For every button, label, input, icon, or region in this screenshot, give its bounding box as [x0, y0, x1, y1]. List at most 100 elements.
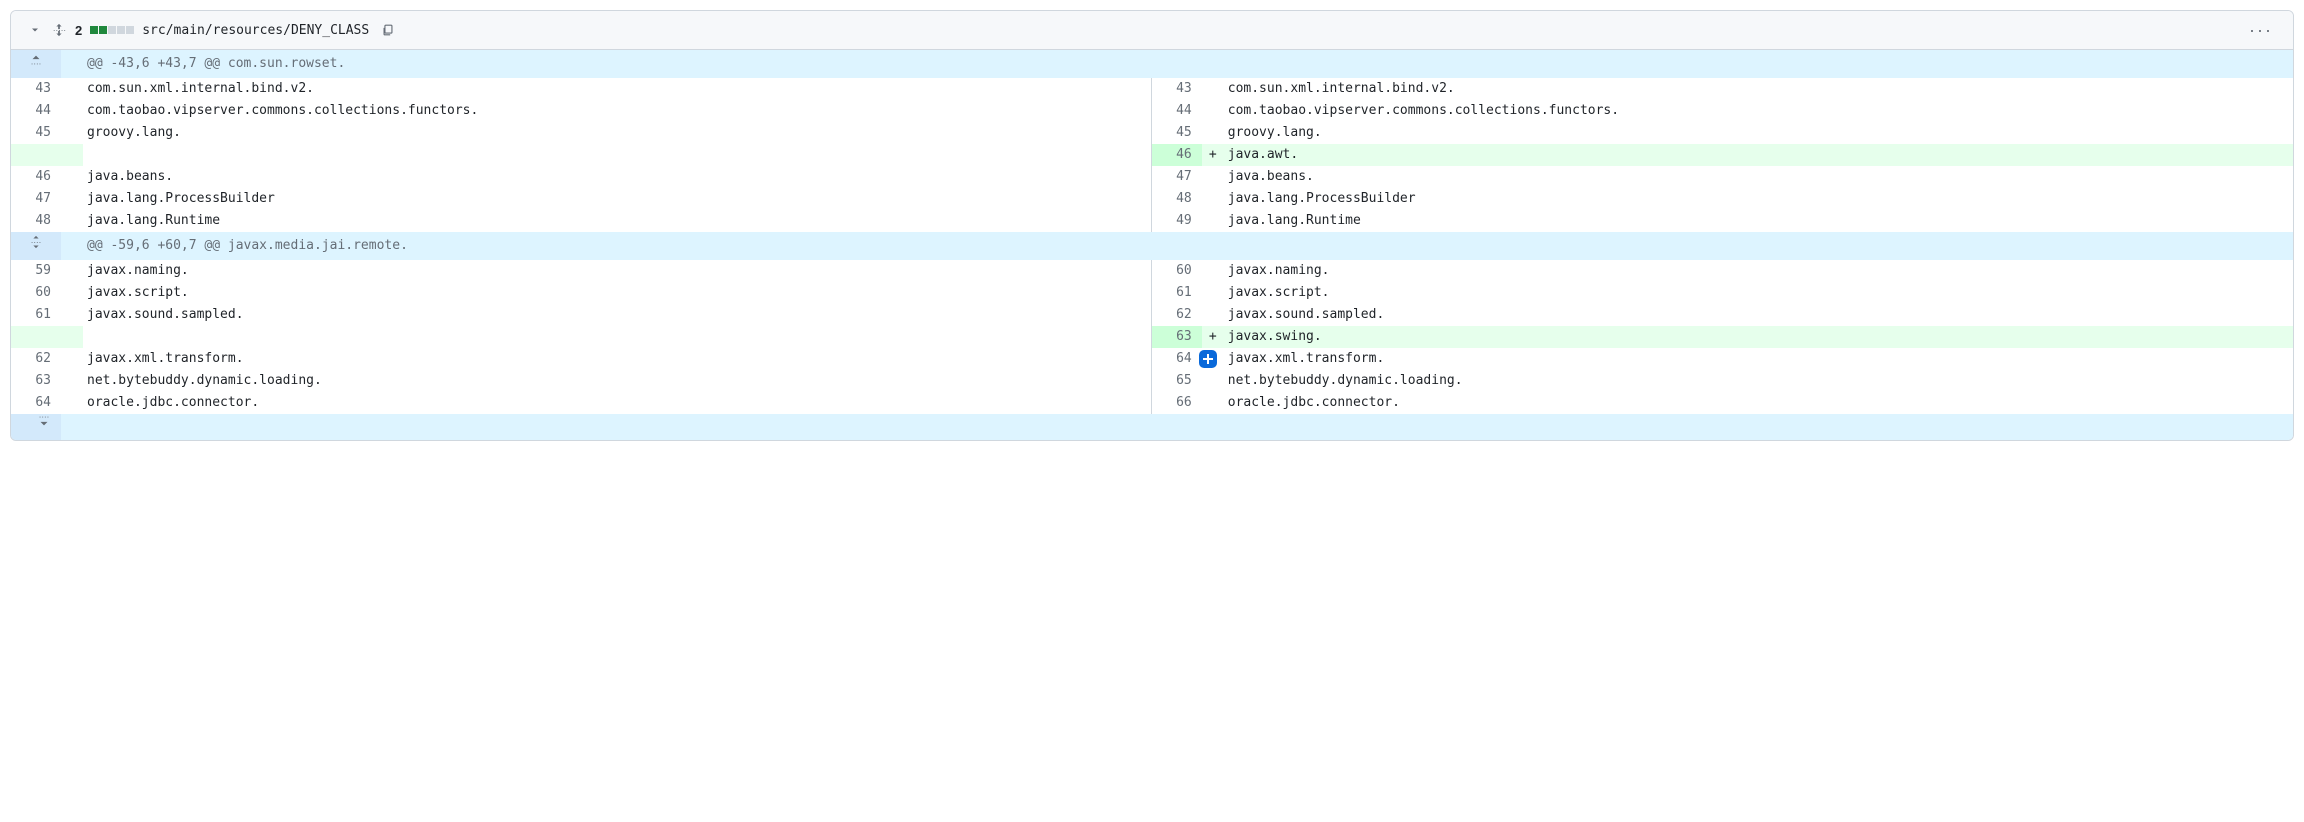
diffstat-block-neutral — [108, 26, 116, 34]
code-cell-left: javax.naming. — [83, 260, 1152, 282]
diffstat-block-neutral — [126, 26, 134, 34]
line-number-right[interactable]: 49 — [1152, 210, 1202, 232]
expand-hunk-button[interactable] — [11, 50, 61, 78]
code-cell-right: java.beans. — [1224, 166, 2293, 188]
line-number-left[interactable]: 44 — [11, 100, 61, 122]
code-cell-right: java.lang.ProcessBuilder — [1224, 188, 2293, 210]
copy-path-button[interactable] — [377, 19, 399, 41]
line-number-left[interactable]: 59 — [11, 260, 61, 282]
code-cell-left: java.lang.Runtime — [83, 210, 1152, 232]
unfold-icon — [52, 23, 66, 37]
line-number-right[interactable]: 66 — [1152, 392, 1202, 414]
line-number-right[interactable]: 65 — [1152, 370, 1202, 392]
add-comment-button[interactable] — [1199, 350, 1217, 368]
code-cell-right: javax.swing. — [1224, 326, 2293, 348]
collapse-toggle[interactable] — [27, 22, 43, 38]
code-cell-right: groovy.lang. — [1224, 122, 2293, 144]
line-marker-right — [1202, 100, 1224, 122]
line-number-left[interactable]: 48 — [11, 210, 61, 232]
line-marker-left — [61, 260, 83, 282]
line-marker-left — [61, 166, 83, 188]
line-marker-right: + — [1202, 326, 1224, 348]
code-cell-right: javax.script. — [1224, 282, 2293, 304]
code-cell-right: javax.sound.sampled. — [1224, 304, 2293, 326]
line-marker-right — [1202, 188, 1224, 210]
line-marker-right — [1202, 392, 1224, 414]
code-cell-right: java.lang.Runtime — [1224, 210, 2293, 232]
line-number-right[interactable]: 45 — [1152, 122, 1202, 144]
line-marker-right — [1202, 166, 1224, 188]
code-cell-right: com.sun.xml.internal.bind.v2. — [1224, 78, 2293, 100]
line-marker-left — [61, 304, 83, 326]
line-marker-left — [61, 326, 83, 348]
line-marker-left — [61, 348, 83, 370]
code-cell-left: oracle.jdbc.connector. — [83, 392, 1152, 414]
expand-down-button[interactable] — [11, 414, 61, 440]
diffstat-block-added — [99, 26, 107, 34]
line-number-right[interactable]: 60 — [1152, 260, 1202, 282]
code-cell-right: javax.xml.transform. — [1224, 348, 2293, 370]
line-number-right[interactable]: 46 — [1152, 144, 1202, 166]
code-cell-left: com.taobao.vipserver.commons.collections… — [83, 100, 1152, 122]
line-number-left[interactable]: 43 — [11, 78, 61, 100]
line-number-left[interactable]: 60 — [11, 282, 61, 304]
line-marker-right — [1202, 210, 1224, 232]
line-number-left[interactable]: 45 — [11, 122, 61, 144]
line-number-right[interactable]: 62 — [1152, 304, 1202, 326]
hunk-header: @@ -59,6 +60,7 @@ javax.media.jai.remote… — [83, 232, 2293, 260]
diff-file: 2 src/main/resources/DENY_CLASS ··· @@ -… — [10, 10, 2294, 441]
code-cell-left: javax.xml.transform. — [83, 348, 1152, 370]
line-number-right[interactable]: 44 — [1152, 100, 1202, 122]
line-marker-right — [1202, 304, 1224, 326]
file-actions-menu[interactable]: ··· — [2245, 20, 2277, 41]
code-cell-right: com.taobao.vipserver.commons.collections… — [1224, 100, 2293, 122]
line-marker-left — [61, 370, 83, 392]
diff-table: @@ -43,6 +43,7 @@ com.sun.rowset.43com.s… — [11, 50, 2293, 440]
chevron-down-icon — [29, 24, 41, 36]
code-cell-right: net.bytebuddy.dynamic.loading. — [1224, 370, 2293, 392]
line-number-left[interactable]: 47 — [11, 188, 61, 210]
line-number-left[interactable]: 64 — [11, 392, 61, 414]
line-number-right[interactable]: 48 — [1152, 188, 1202, 210]
code-cell-left: java.beans. — [83, 166, 1152, 188]
line-number-right[interactable]: 64 — [1152, 348, 1202, 370]
diffstat-block-added — [90, 26, 98, 34]
line-marker-left — [61, 144, 83, 166]
file-path[interactable]: src/main/resources/DENY_CLASS — [142, 23, 369, 38]
plus-icon — [1203, 354, 1213, 364]
line-number-left[interactable]: 61 — [11, 304, 61, 326]
code-cell-left: net.bytebuddy.dynamic.loading. — [83, 370, 1152, 392]
code-cell-left — [83, 144, 1152, 166]
line-marker-left — [61, 282, 83, 304]
line-number-left[interactable]: 63 — [11, 370, 61, 392]
line-marker-right — [1202, 348, 1224, 370]
hunk-marker — [61, 232, 83, 260]
code-cell-left: javax.script. — [83, 282, 1152, 304]
code-cell-left — [83, 326, 1152, 348]
line-number-left[interactable]: 62 — [11, 348, 61, 370]
hunk-header: @@ -43,6 +43,7 @@ com.sun.rowset. — [83, 50, 2293, 78]
line-number-left[interactable] — [11, 144, 61, 166]
expand-all-button[interactable] — [51, 22, 67, 38]
hunk-marker — [61, 50, 83, 78]
code-cell-left: com.sun.xml.internal.bind.v2. — [83, 78, 1152, 100]
code-cell-right: java.awt. — [1224, 144, 2293, 166]
code-cell-right: oracle.jdbc.connector. — [1224, 392, 2293, 414]
line-number-left[interactable] — [11, 326, 61, 348]
line-marker-left — [61, 392, 83, 414]
line-number-left[interactable]: 46 — [11, 166, 61, 188]
line-number-right[interactable]: 43 — [1152, 78, 1202, 100]
code-cell-left: groovy.lang. — [83, 122, 1152, 144]
diffstat-count: 2 — [75, 23, 82, 38]
code-cell-left: javax.sound.sampled. — [83, 304, 1152, 326]
line-number-right[interactable]: 61 — [1152, 282, 1202, 304]
expand-spacer[interactable] — [61, 414, 2293, 440]
line-number-right[interactable]: 47 — [1152, 166, 1202, 188]
code-cell-left: java.lang.ProcessBuilder — [83, 188, 1152, 210]
line-marker-left — [61, 210, 83, 232]
diffstat-block-neutral — [117, 26, 125, 34]
line-number-right[interactable]: 63 — [1152, 326, 1202, 348]
kebab-icon: ··· — [2249, 20, 2273, 40]
expand-hunk-button[interactable] — [11, 232, 61, 260]
line-marker-left — [61, 100, 83, 122]
